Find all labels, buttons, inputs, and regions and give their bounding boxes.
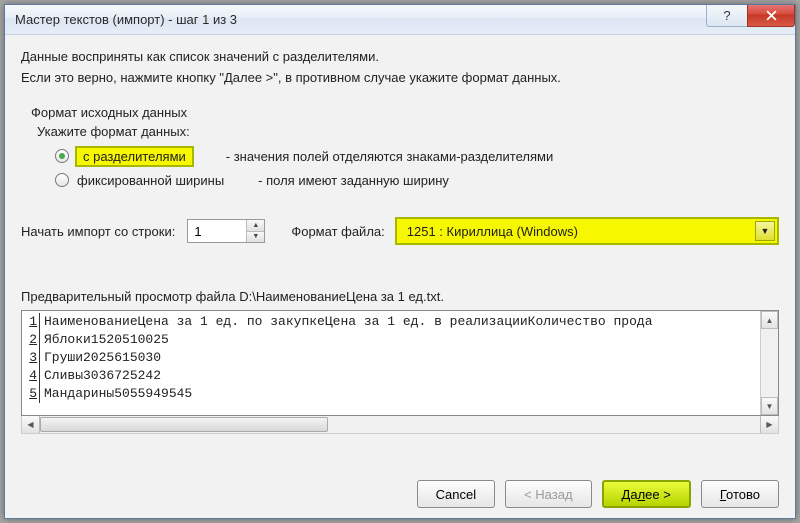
finish-button[interactable]: Готово xyxy=(701,480,779,508)
help-button[interactable]: ? xyxy=(706,5,748,27)
vertical-scrollbar[interactable]: ▲ ▼ xyxy=(760,311,778,415)
preview-line: 3Груши2025615030 xyxy=(26,349,774,367)
start-row-input[interactable] xyxy=(188,220,246,242)
line-number: 2 xyxy=(26,331,40,349)
spinner-down-icon[interactable]: ▼ xyxy=(247,232,264,243)
line-text: Груши2025615030 xyxy=(44,349,161,367)
radio-fixed-width-desc: - поля имеют заданную ширину xyxy=(258,173,449,188)
preview-box: 1НаименованиеЦена за 1 ед. по закупкеЦен… xyxy=(21,310,779,416)
line-text: Яблоки1520510025 xyxy=(44,331,169,349)
intro-text-2: Если это верно, нажмите кнопку "Далее >"… xyxy=(21,70,779,85)
radio-delimited[interactable] xyxy=(55,149,69,163)
line-number: 3 xyxy=(26,349,40,367)
radio-delimited-label[interactable]: с разделителями xyxy=(75,146,194,167)
spinner-up-icon[interactable]: ▲ xyxy=(247,220,264,232)
scroll-up-icon[interactable]: ▲ xyxy=(761,311,778,329)
scroll-track[interactable] xyxy=(761,329,778,397)
wizard-footer: Cancel < Назад Далее > Готово xyxy=(21,466,779,508)
line-text: Мандарины5055949545 xyxy=(44,385,192,403)
close-button[interactable] xyxy=(747,5,795,27)
start-row-spinner[interactable]: ▲ ▼ xyxy=(187,219,265,243)
source-format-sublegend: Укажите формат данных: xyxy=(37,124,769,139)
titlebar: Мастер текстов (импорт) - шаг 1 из 3 ? xyxy=(5,5,795,35)
window-title: Мастер текстов (импорт) - шаг 1 из 3 xyxy=(15,12,237,27)
preview-line: 4Сливы3036725242 xyxy=(26,367,774,385)
cancel-button[interactable]: Cancel xyxy=(417,480,495,508)
radio-fixed-width[interactable] xyxy=(55,173,69,187)
preview-line: 1НаименованиеЦена за 1 ед. по закупкеЦен… xyxy=(26,313,774,331)
encoding-dropdown[interactable]: 1251 : Кириллица (Windows) ▼ xyxy=(395,217,779,245)
encoding-value: 1251 : Кириллица (Windows) xyxy=(407,224,578,239)
source-format-legend: Формат исходных данных xyxy=(31,105,769,120)
source-format-group: Формат исходных данных Укажите формат да… xyxy=(21,99,779,203)
line-number: 5 xyxy=(26,385,40,403)
radio-fixed-width-label[interactable]: фиксированной ширины xyxy=(75,172,226,189)
scroll-right-icon[interactable]: ▶ xyxy=(760,416,778,433)
scroll-thumb[interactable] xyxy=(40,417,328,432)
intro-text-1: Данные восприняты как список значений с … xyxy=(21,49,779,64)
horizontal-scrollbar[interactable]: ◀ ▶ xyxy=(21,416,779,434)
line-text: Сливы3036725242 xyxy=(44,367,161,385)
scroll-down-icon[interactable]: ▼ xyxy=(761,397,778,415)
preview-line: 2Яблоки1520510025 xyxy=(26,331,774,349)
file-format-label: Формат файла: xyxy=(291,224,384,239)
back-button: < Назад xyxy=(505,480,591,508)
start-row-label: Начать импорт со строки: xyxy=(21,224,175,239)
wizard-window: Мастер текстов (импорт) - шаг 1 из 3 ? Д… xyxy=(4,4,796,519)
close-icon xyxy=(766,10,777,21)
next-button[interactable]: Далее > xyxy=(602,480,691,508)
line-number: 4 xyxy=(26,367,40,385)
preview-line: 5Мандарины5055949545 xyxy=(26,385,774,403)
line-text: НаименованиеЦена за 1 ед. по закупкеЦена… xyxy=(44,313,653,331)
scroll-left-icon[interactable]: ◀ xyxy=(22,416,40,433)
preview-label: Предварительный просмотр файла D:\Наимен… xyxy=(21,289,779,304)
line-number: 1 xyxy=(26,313,40,331)
preview-content: 1НаименованиеЦена за 1 ед. по закупкеЦен… xyxy=(22,311,778,405)
radio-delimited-desc: - значения полей отделяются знаками-разд… xyxy=(226,149,553,164)
chevron-down-icon[interactable]: ▼ xyxy=(755,221,775,241)
